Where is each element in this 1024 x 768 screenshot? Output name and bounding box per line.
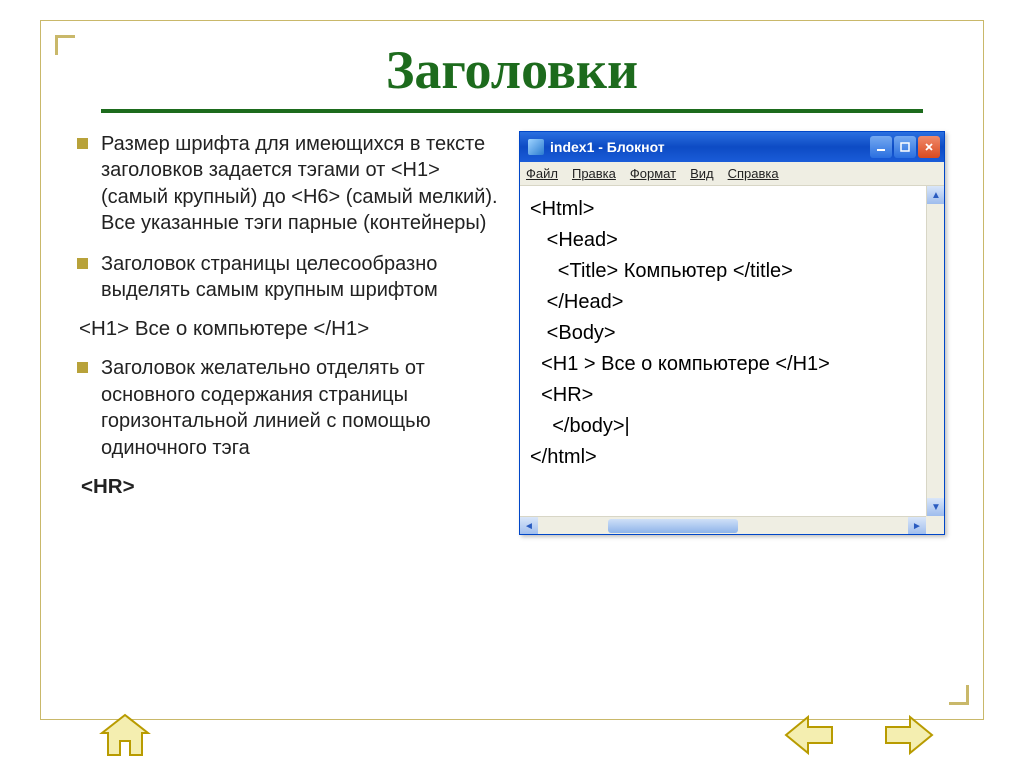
title-underline bbox=[101, 109, 923, 113]
corner-decoration bbox=[55, 35, 75, 55]
content-area: Размер шрифта для имеющихся в тексте заг… bbox=[41, 131, 983, 535]
window-titlebar[interactable]: index1 - Блокнот bbox=[520, 132, 944, 162]
menu-edit[interactable]: Правка bbox=[572, 166, 616, 181]
bullet-item: Заголовок желательно отделять от основно… bbox=[77, 355, 499, 461]
editor-content: <Html> <Head> <Title> Компьютер </title>… bbox=[530, 194, 940, 473]
bullet-list-column: Размер шрифта для имеющихся в тексте заг… bbox=[77, 131, 499, 535]
menu-bar: Файл Правка Формат Вид Справка bbox=[520, 162, 944, 186]
scroll-left-arrow[interactable]: ◄ bbox=[520, 517, 538, 534]
app-icon bbox=[528, 139, 544, 155]
window-title: index1 - Блокнот bbox=[550, 139, 864, 155]
vertical-scrollbar[interactable]: ▲ ▼ bbox=[926, 186, 944, 516]
bullet-list: Заголовок желательно отделять от основно… bbox=[77, 355, 499, 461]
slide-title: Заголовки bbox=[41, 21, 983, 109]
screenshot-column: index1 - Блокнот Файл bbox=[519, 131, 959, 535]
bullet-list: Размер шрифта для имеющихся в тексте заг… bbox=[77, 131, 499, 303]
minimize-button[interactable] bbox=[870, 136, 892, 158]
scroll-corner bbox=[926, 516, 944, 534]
scroll-track[interactable] bbox=[927, 204, 944, 498]
scroll-down-arrow[interactable]: ▼ bbox=[927, 498, 944, 516]
maximize-button[interactable] bbox=[894, 136, 916, 158]
window-buttons bbox=[870, 136, 940, 158]
scroll-thumb[interactable] bbox=[608, 519, 738, 533]
next-button[interactable] bbox=[878, 708, 940, 762]
close-button[interactable] bbox=[918, 136, 940, 158]
menu-format[interactable]: Формат bbox=[630, 166, 676, 181]
editor-area[interactable]: <Html> <Head> <Title> Компьютер </title>… bbox=[520, 186, 944, 534]
menu-view[interactable]: Вид bbox=[690, 166, 714, 181]
hr-tag-label: <HR> bbox=[81, 475, 499, 499]
menu-help[interactable]: Справка bbox=[728, 166, 779, 181]
horizontal-scrollbar[interactable]: ◄ ► bbox=[520, 516, 926, 534]
bullet-item: Размер шрифта для имеющихся в тексте заг… bbox=[77, 131, 499, 237]
prev-button[interactable] bbox=[778, 708, 840, 762]
bullet-item: Заголовок страницы целесообразно выделят… bbox=[77, 251, 499, 304]
slide-frame: Заголовки Размер шрифта для имеющихся в … bbox=[40, 20, 984, 720]
scroll-track[interactable] bbox=[538, 517, 908, 534]
notepad-window: index1 - Блокнот Файл bbox=[519, 131, 945, 535]
menu-file[interactable]: Файл bbox=[526, 166, 558, 181]
scroll-right-arrow[interactable]: ► bbox=[908, 517, 926, 534]
home-button[interactable] bbox=[94, 708, 156, 762]
corner-decoration bbox=[949, 685, 969, 705]
code-example-line: <H1> Все о компьютере </H1> bbox=[79, 317, 499, 341]
scroll-up-arrow[interactable]: ▲ bbox=[927, 186, 944, 204]
